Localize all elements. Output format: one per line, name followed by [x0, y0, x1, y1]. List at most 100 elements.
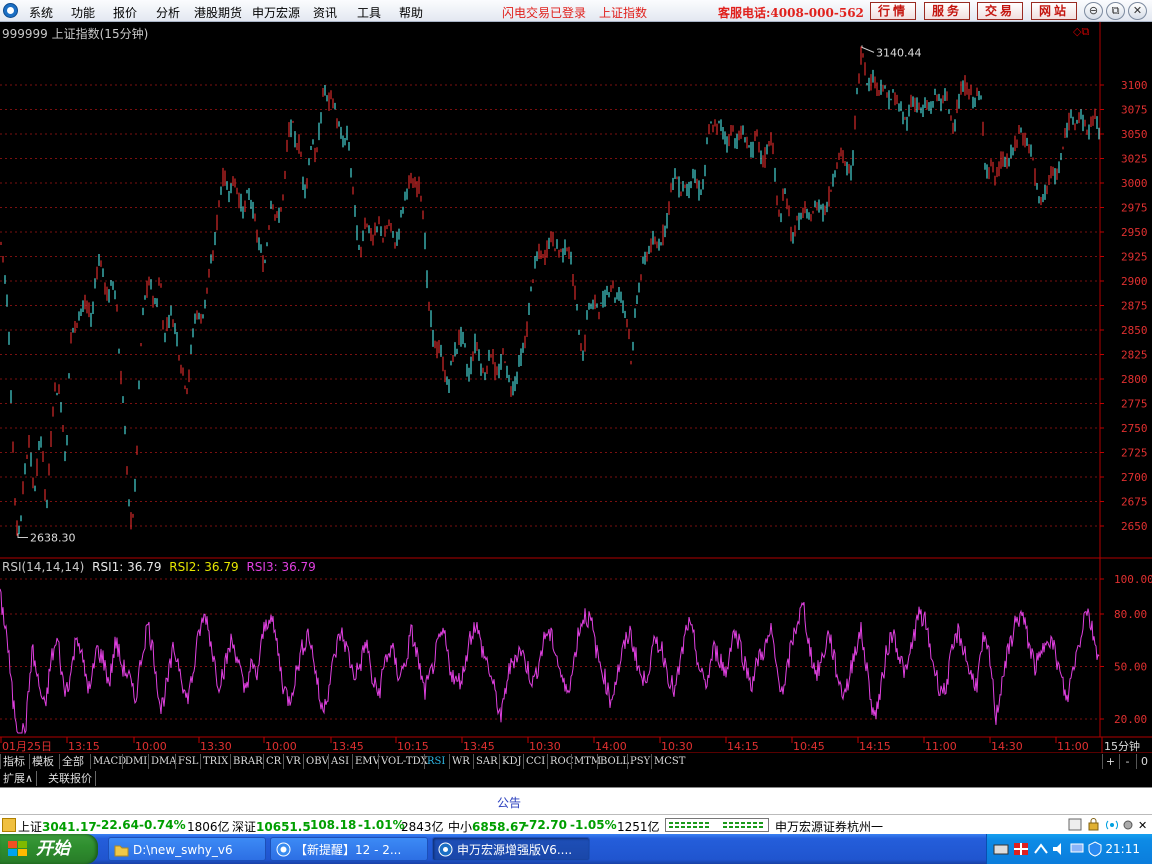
- tab-psy[interactable]: PSY: [627, 754, 652, 769]
- task-swhy-label: 申万宏源增强版V6....: [457, 843, 573, 857]
- menu-news[interactable]: 资讯: [313, 4, 337, 21]
- service-button[interactable]: 服务: [924, 2, 970, 20]
- network-icon[interactable]: [1033, 841, 1049, 857]
- monitor-icon[interactable]: [1069, 841, 1085, 857]
- tab-wr[interactable]: WR: [449, 754, 472, 769]
- price-axis: 3100 3075 3050 3025 3000 2975 2950 2925 2900 2875…: [1100, 79, 1148, 533]
- ticker-sz[interactable]: 深证10651.5: [232, 818, 311, 835]
- folder-icon: [114, 845, 129, 857]
- time-tick-label: 11:00: [925, 740, 957, 753]
- menu-swhy[interactable]: 申万宏源: [252, 4, 300, 21]
- time-tick-label: 14:30: [991, 740, 1023, 753]
- app-logo-icon: [3, 3, 18, 18]
- tab-fsl[interactable]: FSL: [175, 754, 200, 769]
- price-tick-label: 3075: [1121, 104, 1148, 117]
- rsi-title: RSI(14,14,14) RSI1: 36.79 RSI2: 36.79 RS…: [2, 560, 320, 574]
- ticker-sz-pct: -1.01%: [358, 818, 405, 832]
- tab-cr[interactable]: CR: [263, 754, 283, 769]
- price-tick-label: 2950: [1121, 226, 1148, 239]
- ticker-zx[interactable]: 中小6858.67: [448, 818, 527, 835]
- tab-rsi[interactable]: RSI: [424, 754, 447, 769]
- time-tick-label: 13:30: [200, 740, 232, 753]
- tab-obv[interactable]: OBV: [303, 754, 331, 769]
- speaker-icon[interactable]: [1051, 841, 1067, 857]
- tab-vr[interactable]: VR: [283, 754, 303, 769]
- tab-模板[interactable]: 模板: [29, 754, 56, 769]
- minimize-icon[interactable]: ⊖: [1084, 2, 1103, 20]
- menu-function[interactable]: 功能: [71, 4, 95, 21]
- rsi-axis: 100.00 80.00 50.00 20.00: [1100, 573, 1152, 726]
- price-tick-label: 2675: [1121, 496, 1148, 509]
- start-button[interactable]: 开始: [0, 834, 98, 864]
- lock-icon: [1088, 818, 1099, 831]
- menu-quote[interactable]: 报价: [113, 4, 137, 21]
- ticker-sz-change: -108.18: [305, 818, 357, 832]
- ticker-zx-amount: 1251亿: [617, 820, 660, 834]
- task-explorer[interactable]: D:\new_swhy_v6: [108, 837, 266, 861]
- tab-boll[interactable]: BOLL: [597, 754, 631, 769]
- tab-dmi[interactable]: DMI: [122, 754, 149, 769]
- restore-icon[interactable]: ⧉: [1106, 2, 1125, 20]
- tab-mcst[interactable]: MCST: [651, 754, 687, 769]
- tab-expand[interactable]: 扩展∧: [0, 771, 38, 786]
- menu-tools[interactable]: 工具: [357, 4, 381, 21]
- price-tick-label: 2800: [1121, 373, 1148, 386]
- time-tick-label: 14:15: [727, 740, 759, 753]
- price-tick-label: 3025: [1121, 153, 1148, 166]
- trade-button[interactable]: 交易: [977, 2, 1023, 20]
- zoom-in-button[interactable]: +: [1102, 754, 1118, 769]
- tab-related-quote[interactable]: 关联报价: [45, 771, 96, 786]
- chart-window-icons[interactable]: ◇⧉: [1073, 25, 1089, 39]
- time-tick-label: 10:00: [265, 740, 297, 753]
- task-browser[interactable]: 【新提醒】12 - 2...: [270, 837, 428, 861]
- close-icon[interactable]: ✕: [1128, 2, 1147, 20]
- tab-全部[interactable]: 全部: [59, 754, 86, 769]
- ticker-bar: 上证3041.17 -22.64 -0.74% 1806亿 深证10651.5 …: [0, 814, 1152, 834]
- ticker-tools: ✕: [1064, 818, 1152, 832]
- tab-trix[interactable]: TRIX: [200, 754, 230, 769]
- task-swhy-app[interactable]: 申万宏源增强版V6....: [432, 837, 590, 861]
- shield-icon[interactable]: [1087, 841, 1103, 857]
- tab-cci[interactable]: CCI: [523, 754, 547, 769]
- price-tick-label: 2850: [1121, 324, 1148, 337]
- time-tick-label: 10:30: [661, 740, 693, 753]
- tab-sar[interactable]: SAR: [473, 754, 500, 769]
- website-button[interactable]: 网站: [1031, 2, 1077, 20]
- tab-kdj[interactable]: KDJ: [499, 754, 524, 769]
- tab-指标[interactable]: 指标: [0, 754, 27, 769]
- tab-brar[interactable]: BRAR: [230, 754, 265, 769]
- ticker-sh[interactable]: 上证3041.17: [18, 818, 97, 835]
- chart-area[interactable]: 3100 3075 3050 3025 3000 2975 2950 2925 2900 2875…: [0, 22, 1152, 753]
- time-unit-label: 15分钟: [1104, 739, 1140, 753]
- menu-help[interactable]: 帮助: [399, 4, 423, 21]
- browser-icon: [276, 842, 291, 857]
- tab-vol-tdx[interactable]: VOL-TDX: [378, 754, 430, 769]
- time-tick-label: 10:15: [397, 740, 429, 753]
- tab-dma[interactable]: DMA: [148, 754, 178, 769]
- notice-bar[interactable]: 公告: [0, 787, 1152, 814]
- menu-bar: 系统 功能 报价 分析 港股期货 申万宏源 资讯 工具 帮助 闪电交易已登录 上…: [0, 0, 1152, 22]
- price-tick-label: 2925: [1121, 251, 1148, 264]
- time-tick-label: 14:15: [859, 740, 891, 753]
- zoom-reset-button[interactable]: 0: [1136, 754, 1152, 769]
- zoom-out-button[interactable]: -: [1119, 754, 1135, 769]
- notice-text[interactable]: 公告: [497, 794, 521, 811]
- settings-icon: [1123, 820, 1133, 830]
- price-tick-label: 2975: [1121, 202, 1148, 215]
- menu-system[interactable]: 系统: [29, 4, 53, 21]
- menu-hk-futures[interactable]: 港股期货: [194, 4, 242, 21]
- flag-tray-icon[interactable]: [1013, 841, 1029, 857]
- current-security: 上证指数: [599, 6, 648, 20]
- tab-asi[interactable]: ASI: [328, 754, 351, 769]
- ticker-zx-pct: -1.05%: [570, 818, 617, 832]
- time-axis: 01月25日 13:15 10:00 13:30 10:00 13:45 10:15 13:4…: [0, 737, 1140, 753]
- quote-button[interactable]: 行情: [870, 2, 916, 20]
- rsi-line-group: [0, 588, 1100, 735]
- rsi-tick-label: 100.00: [1114, 573, 1152, 586]
- ticker-icon[interactable]: [2, 818, 16, 832]
- menu-analysis[interactable]: 分析: [156, 4, 180, 21]
- keyboard-icon[interactable]: [993, 841, 1009, 857]
- time-tick-label: 14:00: [595, 740, 627, 753]
- window-icon: [1068, 818, 1082, 831]
- time-tick-label: 01月25日: [2, 740, 52, 753]
